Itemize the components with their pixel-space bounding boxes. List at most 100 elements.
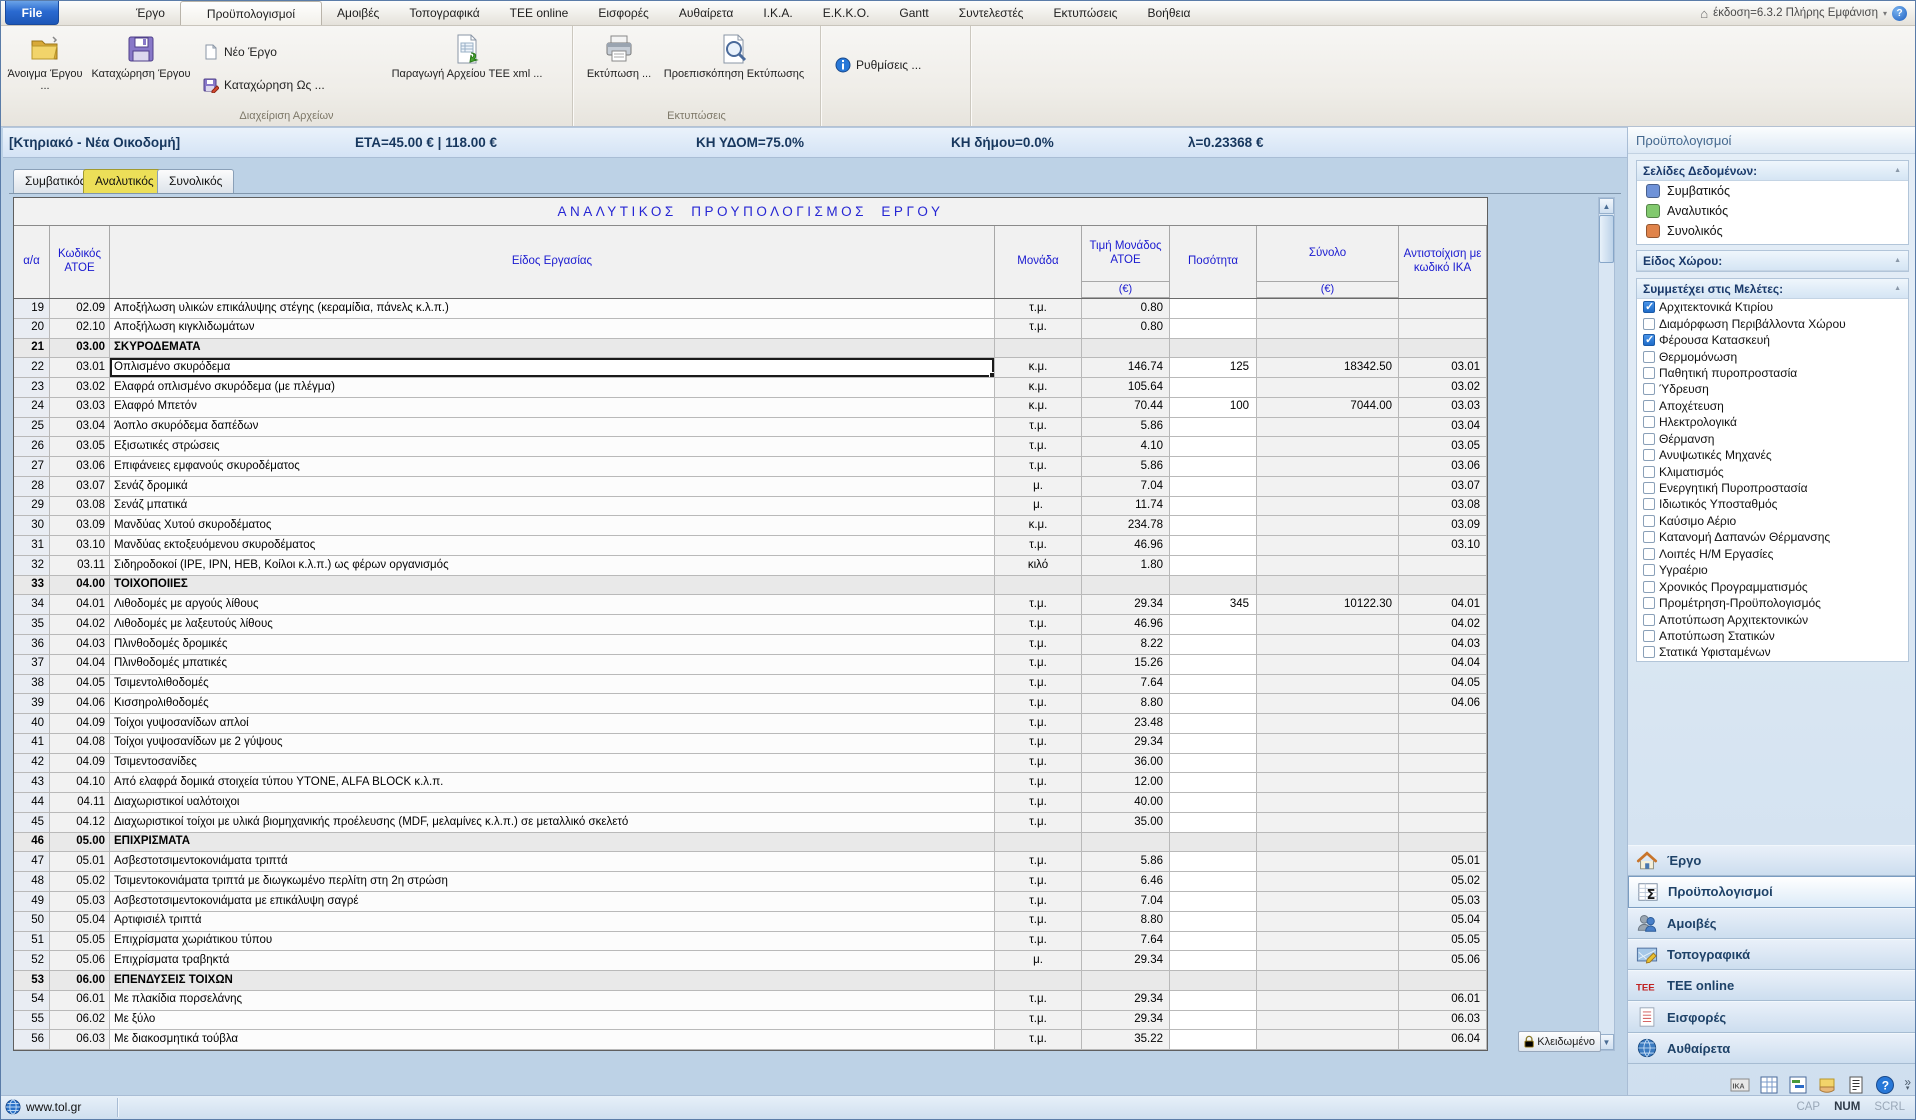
website-link[interactable]: www.tol.gr	[26, 1100, 81, 1114]
cell-desc-row36[interactable]: Πλινθοδομές δρομικές	[110, 635, 995, 655]
checkbox-unchecked-icon[interactable]	[1643, 531, 1655, 543]
cell-aa-row33[interactable]: 33	[14, 576, 50, 596]
cell-desc-row37[interactable]: Πλινθοδομές μπατικές	[110, 655, 995, 675]
cell-price-row22[interactable]: 146.74	[1082, 358, 1170, 378]
cell-ika-row46[interactable]	[1399, 833, 1487, 853]
cell-desc-row55[interactable]: Με ξύλο	[110, 1011, 995, 1031]
cell-total-row50[interactable]	[1257, 912, 1399, 932]
cell-unit-row22[interactable]: κ.μ.	[995, 358, 1082, 378]
cell-ika-row32[interactable]	[1399, 556, 1487, 576]
tab-synolikos[interactable]: Συνολικός	[157, 169, 234, 193]
cell-desc-row43[interactable]: Από ελαφρά δομικά στοιχεία τύπου YTONE, …	[110, 773, 995, 793]
checkbox-checked-icon[interactable]	[1643, 301, 1655, 313]
cell-total-row56[interactable]	[1257, 1030, 1399, 1050]
cell-aa-row21[interactable]: 21	[14, 339, 50, 359]
menu-item-11[interactable]: Εκτυπώσεις	[1038, 1, 1132, 25]
cell-price-row37[interactable]: 15.26	[1082, 655, 1170, 675]
cell-price-row41[interactable]: 29.34	[1082, 734, 1170, 754]
cell-qty-row47[interactable]	[1170, 852, 1257, 872]
cell-desc-row52[interactable]: Επιχρίσματα τραβηκτά	[110, 951, 995, 971]
cell-aa-row40[interactable]: 40	[14, 714, 50, 734]
cell-total-row43[interactable]	[1257, 773, 1399, 793]
study-item-11[interactable]: Ενεργητική Πυροπροστασία	[1637, 480, 1908, 496]
study-item-20[interactable]: Αποτύπωση Στατικών	[1637, 628, 1908, 644]
cell-qty-row44[interactable]	[1170, 793, 1257, 813]
cell-total-row54[interactable]	[1257, 991, 1399, 1011]
nav-item-2[interactable]: Αμοιβές	[1628, 908, 1916, 939]
cell-desc-row24[interactable]: Ελαφρό Μπετόν	[110, 398, 995, 418]
cell-desc-row44[interactable]: Διαχωριστικοί υαλότοιχοι	[110, 793, 995, 813]
cell-code-row34[interactable]: 04.01	[50, 595, 110, 615]
cell-price-row20[interactable]: 0.80	[1082, 319, 1170, 339]
cell-price-row45[interactable]: 35.00	[1082, 813, 1170, 833]
cell-total-row25[interactable]	[1257, 418, 1399, 438]
study-item-4[interactable]: Παθητική πυροπροστασία	[1637, 365, 1908, 381]
cell-code-row31[interactable]: 03.10	[50, 536, 110, 556]
cell-aa-row36[interactable]: 36	[14, 635, 50, 655]
collapse-icon[interactable]: ▲	[1894, 285, 1901, 292]
cell-code-row41[interactable]: 04.08	[50, 734, 110, 754]
cell-aa-row52[interactable]: 52	[14, 951, 50, 971]
cell-code-row44[interactable]: 04.11	[50, 793, 110, 813]
cell-aa-row31[interactable]: 31	[14, 536, 50, 556]
nav-item-4[interactable]: ΤΕΕTEE online	[1628, 970, 1916, 1001]
nav-item-1[interactable]: ΣΠροϋπολογισμοί	[1628, 876, 1916, 907]
cell-qty-row21[interactable]	[1170, 339, 1257, 359]
cell-unit-row41[interactable]: τ.μ.	[995, 734, 1082, 754]
cell-aa-row24[interactable]: 24	[14, 398, 50, 418]
tab-analytikos[interactable]: Αναλυτικός	[83, 169, 166, 193]
cell-price-row25[interactable]: 5.86	[1082, 418, 1170, 438]
checkbox-unchecked-icon[interactable]	[1643, 400, 1655, 412]
checkbox-unchecked-icon[interactable]	[1643, 548, 1655, 560]
locked-button[interactable]: Κλειδωμένο	[1518, 1031, 1601, 1052]
cell-desc-row49[interactable]: Ασβεστοτσιμεντοκονιάματα με επικάλυψη σα…	[110, 892, 995, 912]
cell-total-row41[interactable]	[1257, 734, 1399, 754]
cell-code-row20[interactable]: 02.10	[50, 319, 110, 339]
cell-qty-row46[interactable]	[1170, 833, 1257, 853]
version-label[interactable]: έκδοση=6.3.2 Πλήρης Εμφάνιση	[1713, 7, 1878, 19]
cell-aa-row42[interactable]: 42	[14, 754, 50, 774]
cell-price-row33[interactable]	[1082, 576, 1170, 596]
cell-aa-row45[interactable]: 45	[14, 813, 50, 833]
cell-qty-row52[interactable]	[1170, 951, 1257, 971]
study-item-12[interactable]: Ιδιωτικός Υποσταθμός	[1637, 496, 1908, 512]
cell-aa-row23[interactable]: 23	[14, 378, 50, 398]
cell-unit-row24[interactable]: κ.μ.	[995, 398, 1082, 418]
cell-ika-row21[interactable]	[1399, 339, 1487, 359]
cell-aa-row50[interactable]: 50	[14, 912, 50, 932]
cell-total-row33[interactable]	[1257, 576, 1399, 596]
cell-aa-row28[interactable]: 28	[14, 477, 50, 497]
cell-code-row24[interactable]: 03.03	[50, 398, 110, 418]
checkbox-unchecked-icon[interactable]	[1643, 630, 1655, 642]
cell-qty-row40[interactable]	[1170, 714, 1257, 734]
cell-aa-row22[interactable]: 22	[14, 358, 50, 378]
cell-desc-row33[interactable]: ΤΟΙΧΟΠΟΙΙΕΣ	[110, 576, 995, 596]
cell-qty-row50[interactable]	[1170, 912, 1257, 932]
cell-aa-row20[interactable]: 20	[14, 319, 50, 339]
cell-price-row42[interactable]: 36.00	[1082, 754, 1170, 774]
cell-ika-row26[interactable]: 03.05	[1399, 437, 1487, 457]
cell-desc-row27[interactable]: Επιφάνειες εμφανούς σκυροδέματος	[110, 457, 995, 477]
checkbox-unchecked-icon[interactable]	[1643, 597, 1655, 609]
cell-unit-row19[interactable]: τ.μ.	[995, 299, 1082, 319]
cell-qty-row27[interactable]	[1170, 457, 1257, 477]
cell-qty-row33[interactable]	[1170, 576, 1257, 596]
cell-desc-row32[interactable]: Σιδηροδοκοί (IPE, IPN, HEB, Κοίλοι κ.λ.π…	[110, 556, 995, 576]
cell-code-row19[interactable]: 02.09	[50, 299, 110, 319]
cell-unit-row48[interactable]: τ.μ.	[995, 872, 1082, 892]
cell-code-row37[interactable]: 04.04	[50, 655, 110, 675]
checkbox-unchecked-icon[interactable]	[1643, 351, 1655, 363]
cell-ika-row48[interactable]: 05.02	[1399, 872, 1487, 892]
cell-price-row38[interactable]: 7.64	[1082, 675, 1170, 695]
cell-ika-row52[interactable]: 05.06	[1399, 951, 1487, 971]
cell-ika-row24[interactable]: 03.03	[1399, 398, 1487, 418]
cell-code-row30[interactable]: 03.09	[50, 516, 110, 536]
data-pages-header[interactable]: Σελίδες Δεδομένων:▲	[1637, 161, 1908, 181]
cell-ika-row35[interactable]: 04.02	[1399, 615, 1487, 635]
cell-price-row54[interactable]: 29.34	[1082, 991, 1170, 1011]
cell-price-row28[interactable]: 7.04	[1082, 477, 1170, 497]
cell-code-row36[interactable]: 04.03	[50, 635, 110, 655]
checkbox-unchecked-icon[interactable]	[1643, 433, 1655, 445]
cell-total-row52[interactable]	[1257, 951, 1399, 971]
study-item-21[interactable]: Στατικά Υφισταμένων	[1637, 644, 1908, 660]
